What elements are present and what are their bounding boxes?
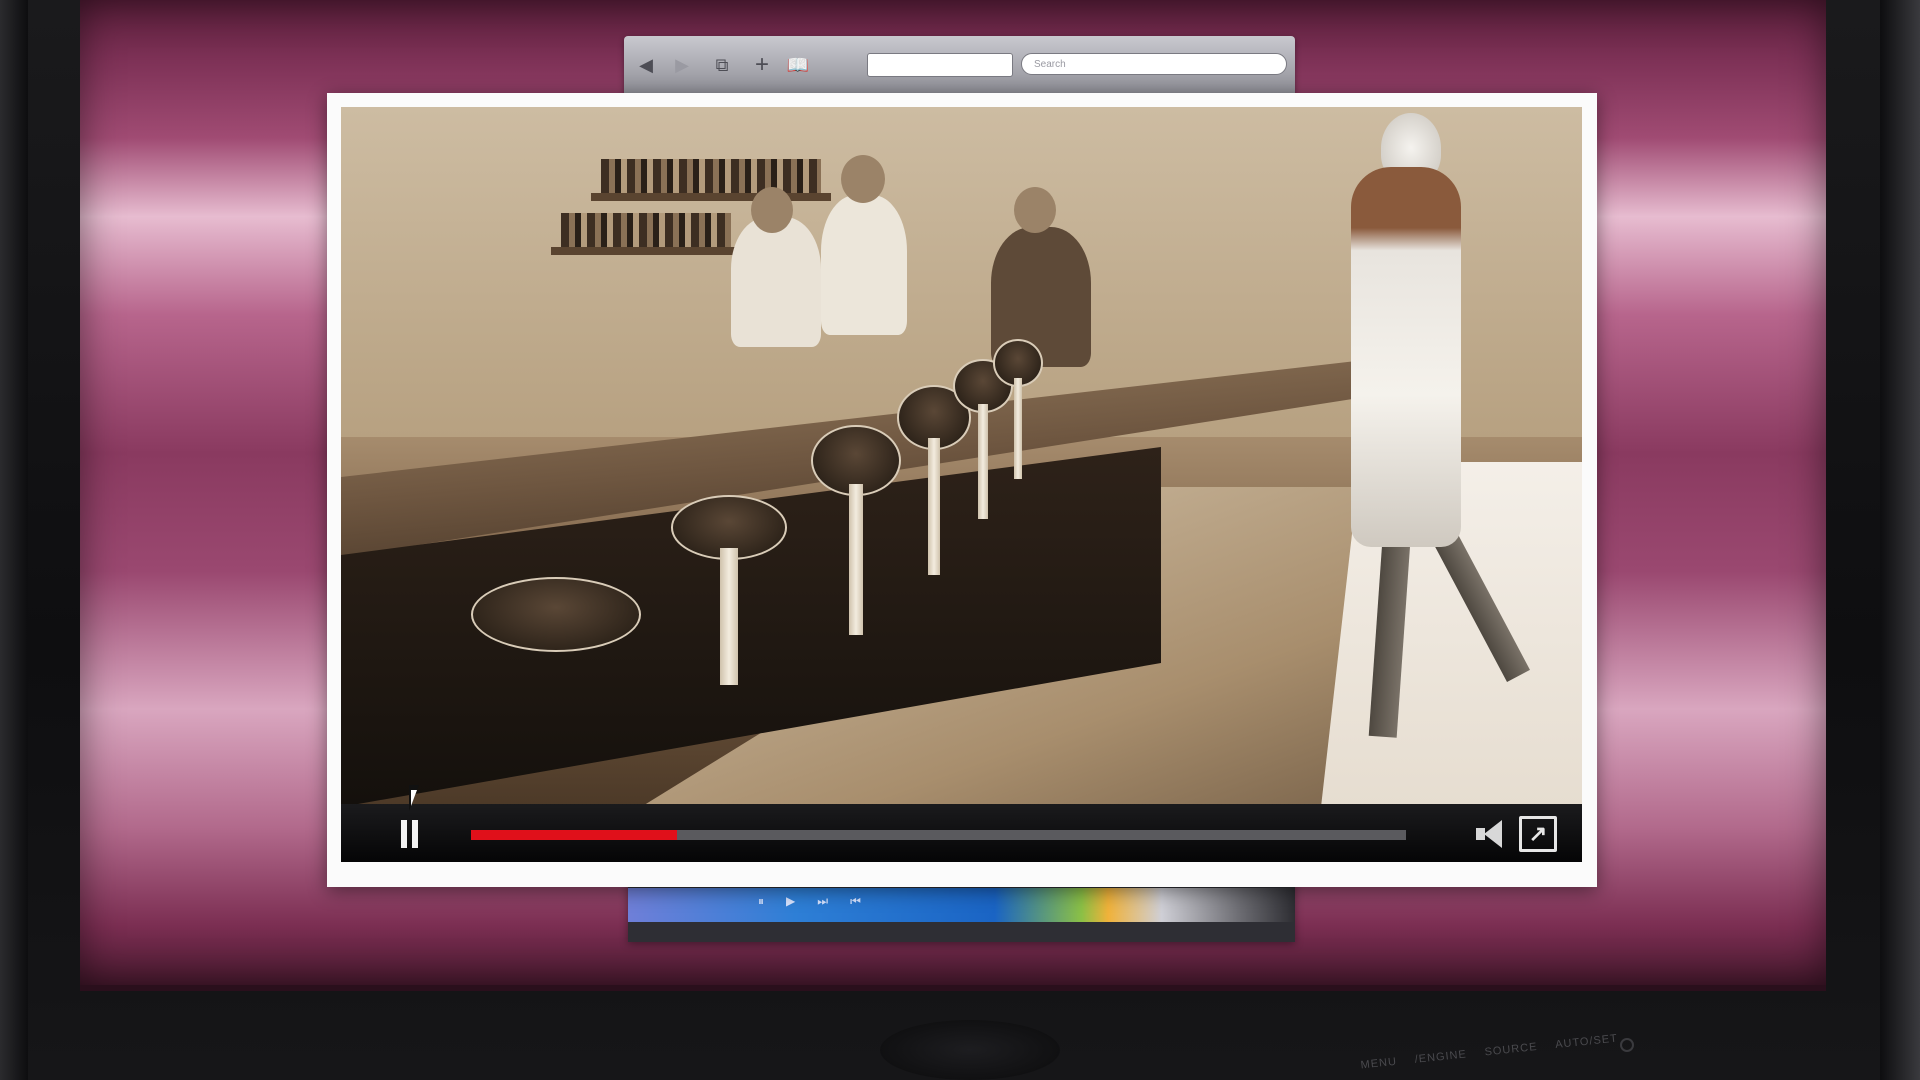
video-display[interactable] bbox=[341, 107, 1582, 804]
scene-person-head bbox=[1014, 187, 1056, 233]
back-button[interactable]: ◀ bbox=[632, 51, 660, 79]
scene-person bbox=[731, 217, 821, 347]
play-icon[interactable]: ▶ bbox=[786, 894, 795, 909]
pause-button[interactable] bbox=[401, 820, 421, 848]
video-window: ↗ bbox=[327, 93, 1597, 887]
previous-track-icon[interactable]: ⏮ bbox=[850, 894, 861, 909]
volume-button[interactable] bbox=[1474, 818, 1508, 850]
mouse-cursor-icon bbox=[411, 790, 417, 806]
background-window[interactable]: ⏸ ▶ ⏭ ⏮ bbox=[628, 878, 1295, 942]
scene-person bbox=[821, 195, 907, 335]
speaker-icon bbox=[1484, 820, 1502, 848]
fullscreen-button[interactable]: ↗ bbox=[1519, 816, 1557, 852]
background-media-controls: ⏸ ▶ ⏭ ⏮ bbox=[758, 894, 861, 909]
tabs-button[interactable]: ⧉ bbox=[708, 51, 736, 79]
monitor-stand bbox=[880, 1020, 1060, 1080]
new-tab-button[interactable]: + bbox=[748, 51, 776, 79]
monitor-frame-right bbox=[1880, 0, 1920, 1080]
forward-arrow-icon: ▶ bbox=[675, 54, 689, 75]
bookmarks-button[interactable]: 📖 bbox=[784, 51, 812, 79]
scene-person-head bbox=[751, 187, 793, 233]
next-track-icon[interactable]: ⏭ bbox=[817, 894, 828, 909]
bar-stool bbox=[471, 577, 641, 797]
pause-icon[interactable]: ⏸ bbox=[758, 894, 764, 909]
book-icon: 📖 bbox=[786, 54, 810, 75]
plus-icon: + bbox=[754, 51, 769, 78]
address-bar[interactable] bbox=[867, 53, 1013, 77]
forward-button[interactable]: ▶ bbox=[668, 51, 696, 79]
browser-toolbar: ◀ ▶ ⧉ + 📖 Search bbox=[624, 36, 1295, 94]
expand-icon: ↗ bbox=[1528, 821, 1548, 846]
video-control-bar: ↗ bbox=[341, 804, 1582, 862]
scene-bottles bbox=[601, 159, 821, 193]
bar-stool bbox=[811, 425, 901, 635]
tabs-icon: ⧉ bbox=[715, 54, 729, 75]
scene-shelf bbox=[591, 193, 831, 201]
monitor-frame-left bbox=[0, 0, 28, 1080]
progress-fill bbox=[471, 830, 677, 840]
scene-shelf bbox=[551, 247, 751, 255]
dancer bbox=[1351, 167, 1461, 547]
back-arrow-icon: ◀ bbox=[639, 54, 653, 75]
background-window-content bbox=[628, 888, 1295, 922]
screen-edge bbox=[80, 985, 1826, 991]
scene-person-head bbox=[841, 155, 885, 203]
bar-stool bbox=[671, 495, 787, 685]
progress-bar[interactable] bbox=[471, 830, 1406, 840]
bar-stool bbox=[993, 339, 1043, 479]
search-input[interactable]: Search bbox=[1021, 53, 1287, 75]
power-button-icon[interactable] bbox=[1620, 1038, 1634, 1052]
scene-bottles bbox=[561, 213, 731, 247]
